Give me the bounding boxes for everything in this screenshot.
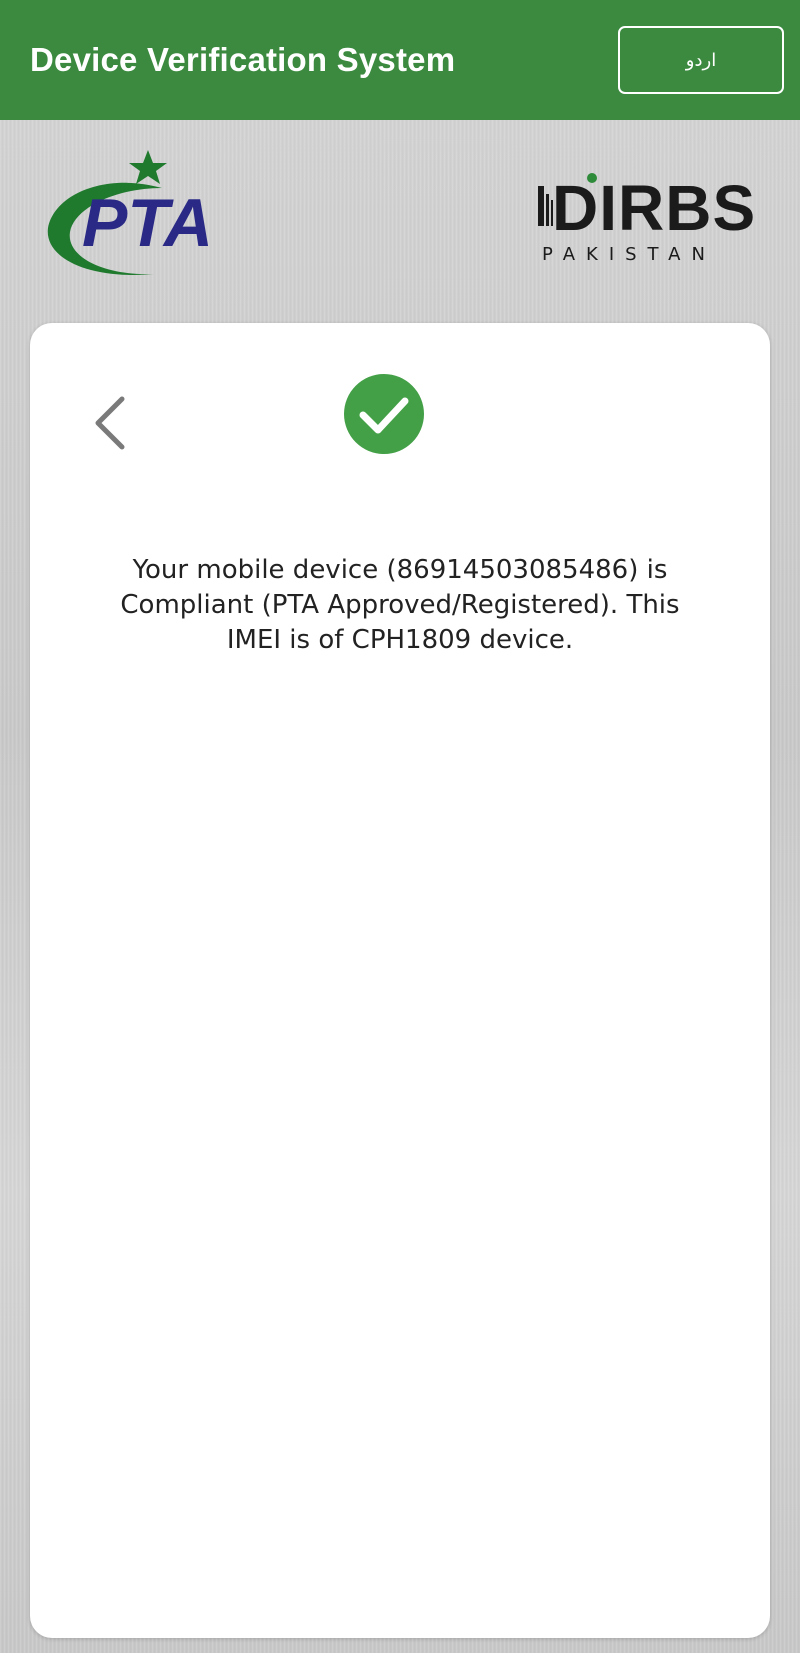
verification-message: Your mobile device (86914503085486) is C… — [120, 555, 680, 655]
chevron-left-icon — [95, 396, 125, 450]
pta-logo-icon: PTA — [47, 150, 213, 275]
app-bar: Device Verification System اردو — [0, 0, 800, 120]
dirbs-logo-subtext: PAKISTAN — [542, 244, 716, 265]
dirbs-logo-text: DIRBS — [552, 172, 756, 244]
language-toggle-button[interactable]: اردو — [618, 26, 784, 94]
dirbs-logo-icon: DIRBS PAKISTAN — [538, 172, 756, 265]
back-button[interactable] — [85, 388, 135, 458]
check-circle-icon — [344, 374, 424, 454]
result-card: Your mobile device (86914503085486) is C… — [30, 323, 770, 1638]
pta-logo-text: PTA — [82, 185, 213, 261]
app-title: Device Verification System — [30, 41, 456, 78]
